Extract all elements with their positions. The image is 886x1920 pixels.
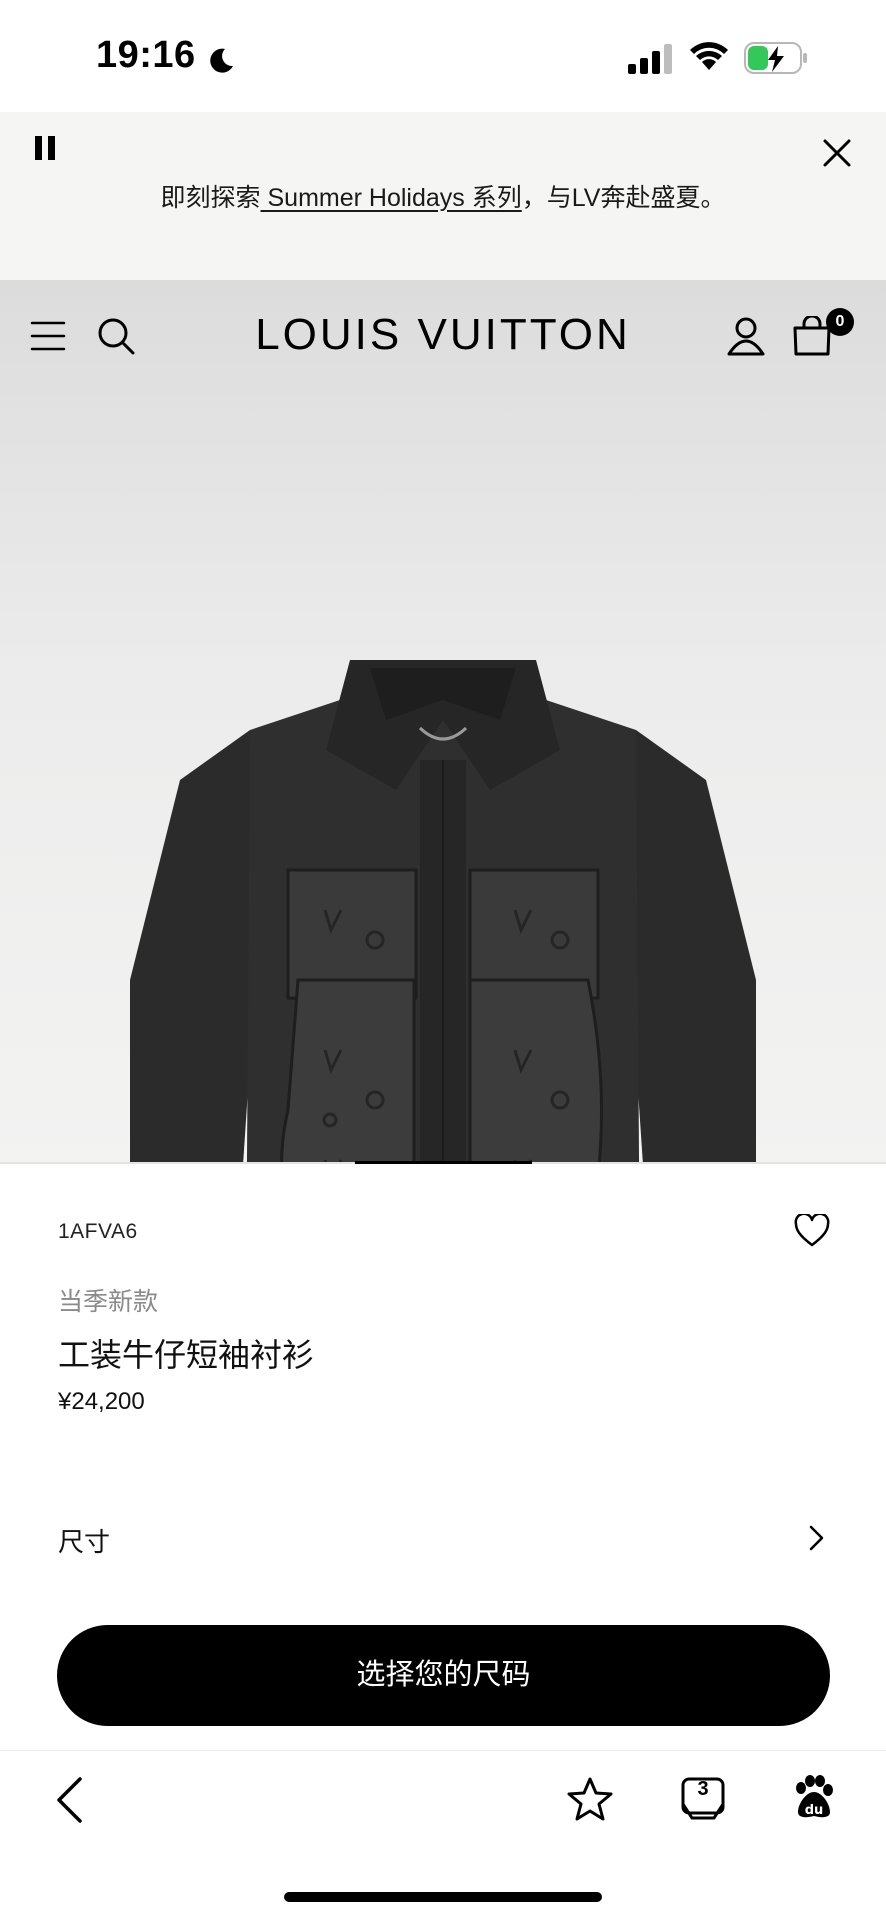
product-image-area[interactable] <box>0 280 886 1164</box>
promo-text-after: ，与LV奔赴盛夏。 <box>521 184 726 212</box>
close-icon[interactable] <box>822 138 852 168</box>
product-price: ¥24,200 <box>58 1388 145 1415</box>
moon-icon <box>210 48 233 73</box>
back-icon[interactable] <box>54 1776 84 1824</box>
pause-icon[interactable] <box>34 136 56 160</box>
product-sku: 1AFVA6 <box>58 1220 138 1243</box>
wifi-icon <box>690 42 728 70</box>
svg-text:du: du <box>805 1803 824 1818</box>
battery-icon <box>744 42 807 74</box>
tab-count: 3 <box>697 1778 709 1800</box>
heart-icon[interactable] <box>794 1214 830 1248</box>
signal-icon <box>628 44 672 74</box>
new-season-tag: 当季新款 <box>58 1288 159 1316</box>
product-title: 工装牛仔短袖衬衫 <box>58 1337 315 1373</box>
promo-link[interactable]: Summer Holidays 系列 <box>261 184 521 212</box>
bag-count-badge: 0 <box>826 308 854 336</box>
promo-text: 即刻探索 Summer Holidays 系列，与LV奔赴盛夏。 <box>0 178 886 214</box>
promo-text-before: 即刻探索 <box>160 184 261 212</box>
tabs-icon[interactable]: 3 <box>680 1776 726 1822</box>
home-indicator <box>284 1892 602 1902</box>
select-size-button[interactable]: 选择您的尺码 <box>57 1625 830 1726</box>
carousel-indicator <box>355 1161 532 1164</box>
product-image-jacket[interactable] <box>120 660 766 1164</box>
status-bar: 19:16 <box>0 0 886 112</box>
status-time: 19:16 <box>96 34 196 76</box>
account-icon[interactable] <box>726 316 766 356</box>
star-icon[interactable] <box>566 1776 614 1822</box>
size-row[interactable]: 尺寸 <box>58 1512 830 1564</box>
baidu-icon[interactable]: du <box>792 1774 836 1820</box>
chevron-right-icon <box>809 1525 824 1551</box>
size-label: 尺寸 <box>58 1527 111 1557</box>
